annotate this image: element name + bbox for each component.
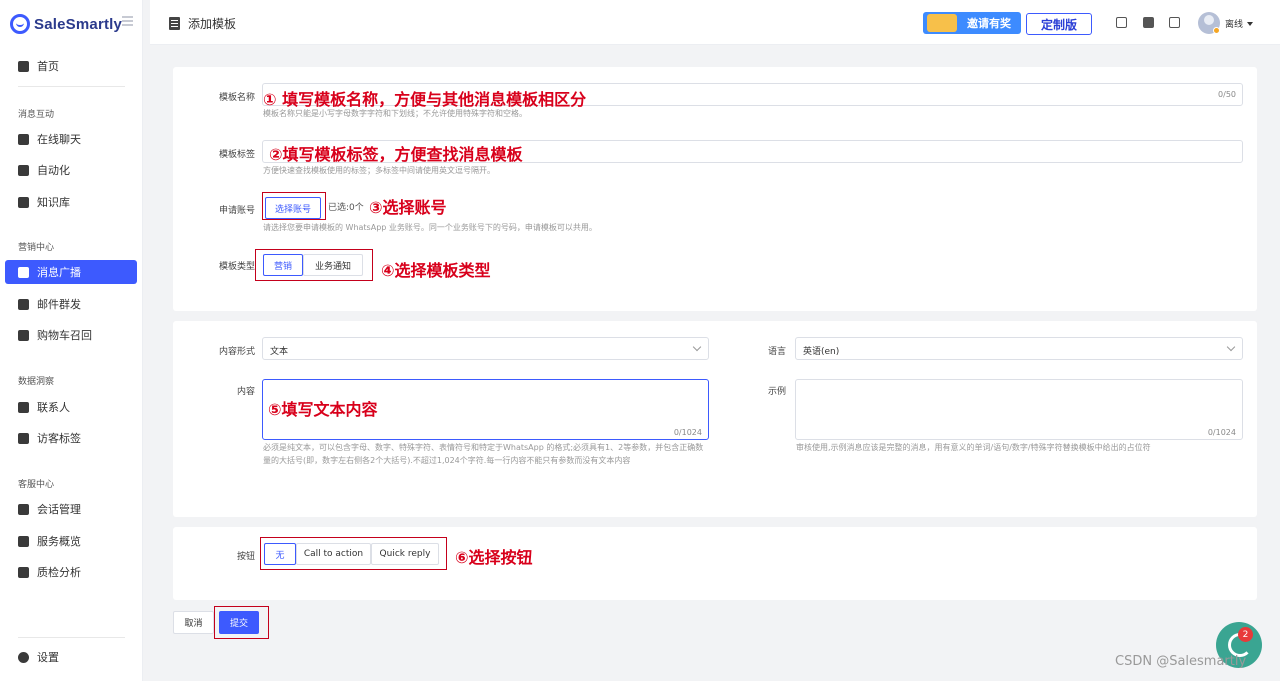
content-hint: 必须是纯文本，可以包含字母、数字、特殊字符、表情符号和特定于WhatsApp 的…: [263, 443, 704, 465]
annotation-1: ① 填写模板名称，方便与其他消息模板相区分: [263, 90, 587, 109]
cancel-button[interactable]: 取消: [173, 611, 214, 634]
content-label: 内容: [236, 387, 255, 397]
sidebar-item-contacts[interactable]: 联系人: [5, 395, 137, 419]
example-label: 示例: [767, 387, 786, 397]
content-type-label: 内容形式: [218, 347, 255, 357]
copy-icon[interactable]: [1116, 17, 1127, 28]
annotation-2: ②填写模板标签，方便查找消息模板: [269, 145, 523, 164]
sidebar: SaleSmartly 首页 消息互动 在线聊天 自动化 知识库 营销中心 消息…: [0, 0, 143, 681]
page-title: 添加模板: [188, 17, 237, 31]
template-name-label: 模板名称: [218, 93, 255, 103]
account-label: 申请账号: [218, 206, 255, 216]
language-select[interactable]: 英语(en): [795, 337, 1243, 360]
chart-icon: [18, 566, 29, 578]
example-hint: 审核使用,示例消息应该是完整的消息，用有意义的单词/语句/数字/特殊字符替换模板…: [796, 443, 1151, 452]
gift-icon: [927, 14, 957, 32]
broadcast-icon: [18, 266, 29, 278]
session-icon: [18, 503, 29, 515]
sidebar-section-title: 客服中心: [18, 480, 55, 490]
help-icon[interactable]: [1143, 17, 1154, 28]
sidebar-item-service-overview[interactable]: 服务概览: [5, 529, 137, 553]
annotation-box-buttons: [260, 537, 447, 570]
sidebar-item-knowledge[interactable]: 知识库: [5, 190, 137, 214]
template-tag-hint: 方便快速查找模板使用的标签；多标签中间请使用英文逗号隔开。: [263, 166, 495, 175]
annotation-6: ⑥选择按钮: [455, 548, 533, 567]
home-icon: [18, 60, 29, 72]
sidebar-item-cart-recovery[interactable]: 购物车召回: [5, 323, 137, 347]
top-header: 添加模板 邀请有奖 定制版 离线: [150, 0, 1280, 45]
grid-icon: [18, 535, 29, 547]
annotation-4: ④选择模板类型: [381, 261, 491, 280]
page-title-wrap: 添加模板: [169, 15, 236, 32]
sidebar-item-automation[interactable]: 自动化: [5, 158, 137, 182]
cart-icon: [18, 329, 29, 341]
unread-badge: 2: [1238, 627, 1253, 642]
example-textarea[interactable]: 0/1024: [795, 379, 1243, 440]
sidebar-item-sessions[interactable]: 会话管理: [5, 497, 137, 521]
contact-icon: [18, 401, 29, 413]
invite-reward-button[interactable]: 邀请有奖: [923, 12, 1021, 34]
book-icon: [18, 196, 29, 208]
document-icon: [169, 17, 180, 30]
watermark: CSDN @Salesmartly: [1115, 654, 1247, 669]
account-hint: 请选择您要申请模板的 WhatsApp 业务账号。同一个业务账号下的号码，申请模…: [263, 223, 597, 232]
sidebar-section-title: 营销中心: [18, 243, 55, 253]
logo[interactable]: SaleSmartly: [10, 12, 122, 36]
sidebar-item-live-chat[interactable]: 在线聊天: [5, 127, 137, 151]
char-counter: 0/1024: [1207, 428, 1236, 437]
robot-icon: [18, 164, 29, 176]
custom-edition-button[interactable]: 定制版: [1026, 13, 1092, 35]
sidebar-section-title: 消息互动: [18, 110, 55, 120]
user-status-dropdown[interactable]: 离线: [1225, 17, 1254, 30]
sidebar-item-visitor-tags[interactable]: 访客标签: [5, 426, 137, 450]
sidebar-item-home[interactable]: 首页: [5, 54, 137, 78]
logo-icon: [10, 14, 30, 34]
caret-down-icon: [1247, 21, 1254, 26]
sidebar-item-qa-analysis[interactable]: 质检分析: [5, 560, 137, 584]
annotation-box-account: [262, 192, 326, 220]
button-type-label: 按钮: [236, 552, 255, 562]
sidebar-item-email[interactable]: 邮件群发: [5, 292, 137, 316]
content-type-select[interactable]: 文本: [262, 337, 709, 360]
sidebar-item-broadcast[interactable]: 消息广播: [5, 260, 137, 284]
keyboard-icon[interactable]: [1169, 17, 1180, 28]
menu-collapse-icon[interactable]: [122, 16, 133, 26]
language-label: 语言: [767, 347, 786, 357]
char-counter: 0/50: [1218, 90, 1236, 99]
annotation-box-type: [255, 249, 373, 281]
annotation-5: ⑤填写文本内容: [268, 400, 378, 419]
annotation-box-submit: [214, 606, 269, 639]
chevron-down-icon: [692, 342, 702, 352]
sidebar-divider: [18, 637, 125, 638]
template-tag-label: 模板标签: [218, 150, 255, 160]
chat-icon: [18, 133, 29, 145]
selected-count: 已选:0个: [328, 203, 364, 213]
sidebar-item-settings[interactable]: 设置: [5, 645, 137, 669]
char-counter: 0/1024: [673, 428, 702, 437]
brand-name: SaleSmartly: [34, 15, 123, 33]
sidebar-divider: [18, 86, 125, 87]
gear-icon: [18, 651, 29, 663]
annotation-3: ③选择账号: [369, 198, 447, 217]
mail-icon: [18, 298, 29, 310]
tag-icon: [18, 432, 29, 444]
sidebar-section-title: 数据洞察: [18, 377, 55, 387]
chevron-down-icon: [1226, 342, 1236, 352]
status-dot: [1213, 27, 1220, 34]
template-type-label: 模板类型: [218, 262, 255, 272]
